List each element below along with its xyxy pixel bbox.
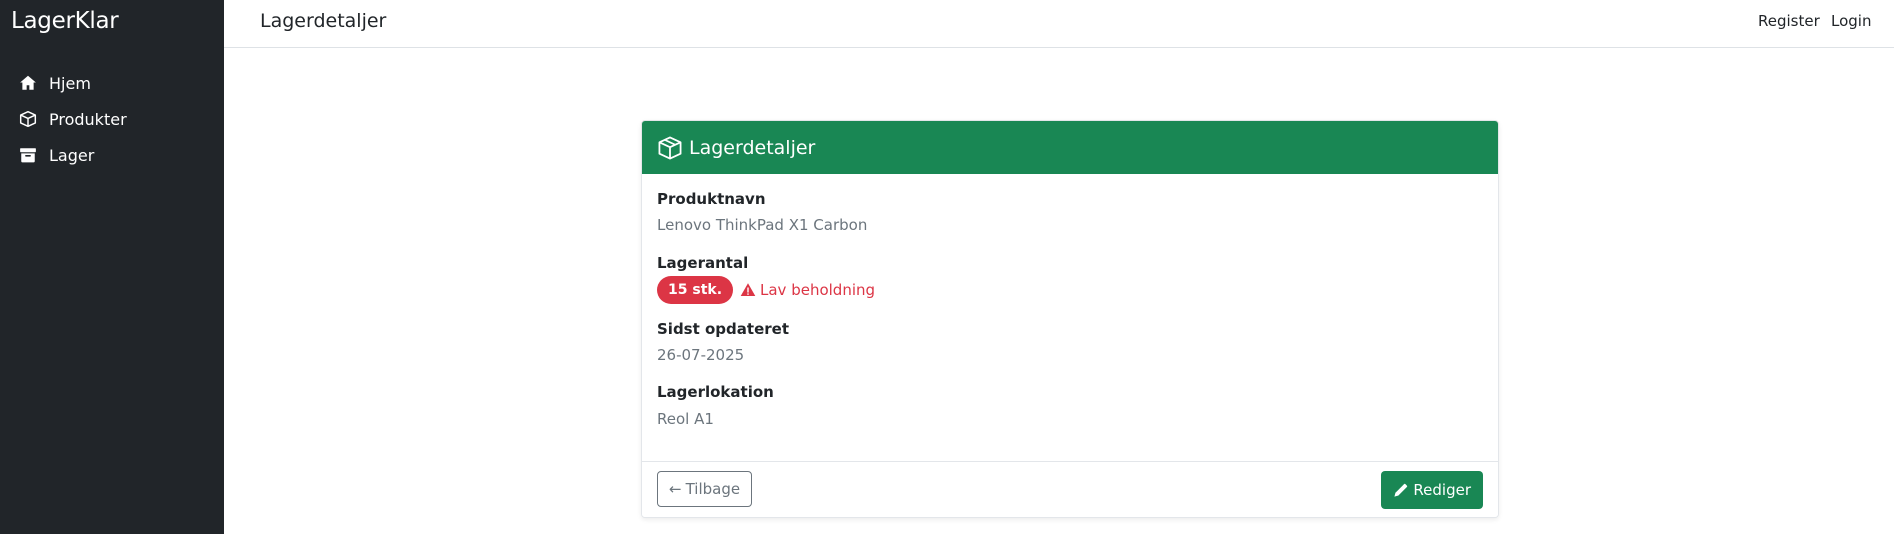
pencil-icon [1393, 483, 1408, 498]
product-name-label: Produktnavn [657, 190, 766, 208]
back-button[interactable]: ← Tilbage [657, 471, 753, 507]
register-link[interactable]: Register [1758, 12, 1820, 30]
card-footer: ← Tilbage Rediger [642, 461, 1498, 517]
updated-value: 26-07-2025 [657, 346, 745, 364]
sidebar-item-label: Hjem [49, 73, 91, 93]
login-link[interactable]: Login [1831, 12, 1871, 30]
edit-button[interactable]: Rediger [1381, 471, 1483, 509]
stock-details-card: Lagerdetaljer Produktnavn Lenovo ThinkPa… [641, 120, 1499, 518]
house-icon [19, 74, 37, 92]
edit-button-label: Rediger [1413, 481, 1471, 499]
warning-triangle-icon [740, 282, 756, 298]
sidebar-item-hjem[interactable]: Hjem [19, 68, 91, 98]
sidebar: LagerKlar Hjem Produkter Lager [0, 0, 224, 534]
archive-icon [19, 146, 37, 164]
box-icon [19, 110, 37, 128]
location-value: Reol A1 [657, 410, 714, 428]
location-label: Lagerlokation [657, 383, 774, 401]
arrow-left-icon: ← [669, 480, 682, 498]
product-name-value: Lenovo ThinkPad X1 Carbon [657, 216, 868, 234]
sidebar-item-lager[interactable]: Lager [19, 140, 94, 170]
sidebar-item-label: Lager [49, 145, 95, 165]
sidebar-item-label: Produkter [49, 109, 127, 129]
card-title: Lagerdetaljer [689, 136, 816, 159]
low-stock-warning: Lav beholdning [740, 281, 875, 299]
sidebar-item-produkter[interactable]: Produkter [19, 104, 127, 134]
back-button-label: Tilbage [685, 480, 741, 498]
page-title: Lagerdetaljer [260, 10, 387, 32]
stock-quantity-badge: 15 stk. [657, 276, 734, 304]
stock-label: Lagerantal [657, 254, 749, 272]
low-stock-text: Lav beholdning [760, 281, 876, 299]
card-header: Lagerdetaljer [642, 121, 1498, 174]
brand-logo[interactable]: LagerKlar [11, 8, 119, 34]
updated-label: Sidst opdateret [657, 320, 789, 338]
box-icon [657, 135, 683, 161]
top-navbar: Lagerdetaljer Register Login [224, 0, 1894, 48]
